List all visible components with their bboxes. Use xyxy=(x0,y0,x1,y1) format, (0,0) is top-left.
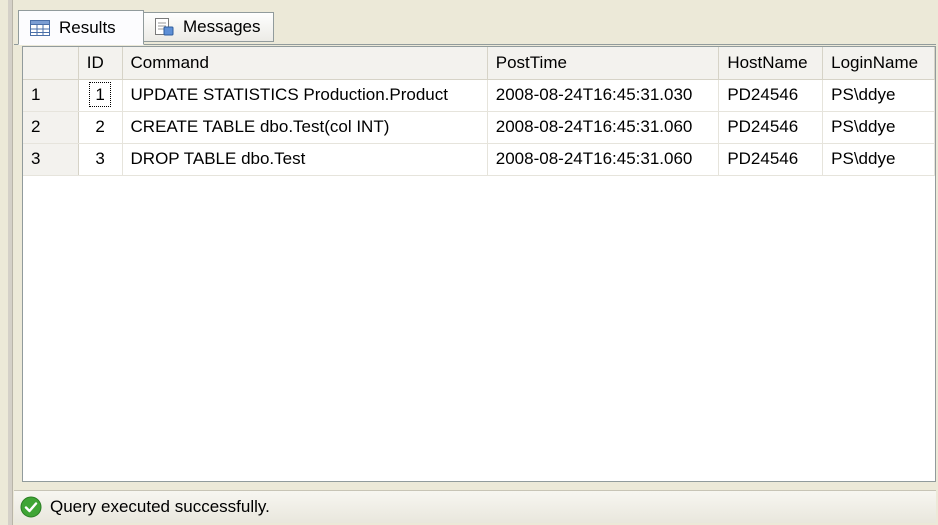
table-row[interactable]: 1 1 UPDATE STATISTICS Production.Product… xyxy=(23,79,935,112)
result-tabs: Results Messages xyxy=(14,10,936,45)
cell-loginname[interactable]: PS\ddye xyxy=(822,111,935,144)
cell-id-value: 1 xyxy=(89,82,111,107)
grid-icon xyxy=(29,18,51,38)
splitter[interactable] xyxy=(8,0,13,525)
tab-messages[interactable]: Messages xyxy=(142,12,274,42)
column-header-command[interactable]: Command xyxy=(122,47,488,80)
status-text: Query executed successfully. xyxy=(50,497,270,516)
row-number[interactable]: 2 xyxy=(23,111,79,144)
messages-icon xyxy=(153,17,175,37)
results-window: Results Messages ID Command PostTime Hos… xyxy=(0,0,938,525)
cell-posttime[interactable]: 2008-08-24T16:45:31.060 xyxy=(487,111,720,144)
column-header-posttime[interactable]: PostTime xyxy=(487,47,720,80)
cell-posttime[interactable]: 2008-08-24T16:45:31.030 xyxy=(487,79,720,112)
cell-id[interactable]: 3 xyxy=(78,143,123,176)
row-number[interactable]: 3 xyxy=(23,143,79,176)
cell-hostname[interactable]: PD24546 xyxy=(718,143,824,176)
tab-results-label: Results xyxy=(59,17,116,37)
tab-results[interactable]: Results xyxy=(18,10,144,45)
results-table: ID Command PostTime HostName LoginName 1… xyxy=(23,47,935,176)
cell-command[interactable]: UPDATE STATISTICS Production.Product xyxy=(122,79,488,112)
table-row[interactable]: 2 2 CREATE TABLE dbo.Test(col INT) 2008-… xyxy=(23,111,935,144)
cell-id[interactable]: 1 xyxy=(78,79,123,112)
column-header-loginname[interactable]: LoginName xyxy=(822,47,935,80)
cell-loginname[interactable]: PS\ddye xyxy=(822,143,935,176)
cell-hostname[interactable]: PD24546 xyxy=(718,111,824,144)
cell-command[interactable]: DROP TABLE dbo.Test xyxy=(122,143,488,176)
cell-hostname[interactable]: PD24546 xyxy=(718,79,824,112)
table-row[interactable]: 3 3 DROP TABLE dbo.Test 2008-08-24T16:45… xyxy=(23,143,935,176)
column-header-hostname[interactable]: HostName xyxy=(718,47,824,80)
row-number[interactable]: 1 xyxy=(23,79,79,112)
corner-cell[interactable] xyxy=(23,47,79,80)
success-check-icon xyxy=(20,496,42,518)
column-header-id[interactable]: ID xyxy=(78,47,123,80)
cell-posttime[interactable]: 2008-08-24T16:45:31.060 xyxy=(487,143,720,176)
tab-messages-label: Messages xyxy=(183,17,261,36)
cell-loginname[interactable]: PS\ddye xyxy=(822,79,935,112)
cell-id[interactable]: 2 xyxy=(78,111,123,144)
status-bar: Query executed successfully. xyxy=(14,490,936,523)
cell-command[interactable]: CREATE TABLE dbo.Test(col INT) xyxy=(122,111,488,144)
header-row: ID Command PostTime HostName LoginName xyxy=(23,47,935,80)
results-grid[interactable]: ID Command PostTime HostName LoginName 1… xyxy=(22,46,936,482)
